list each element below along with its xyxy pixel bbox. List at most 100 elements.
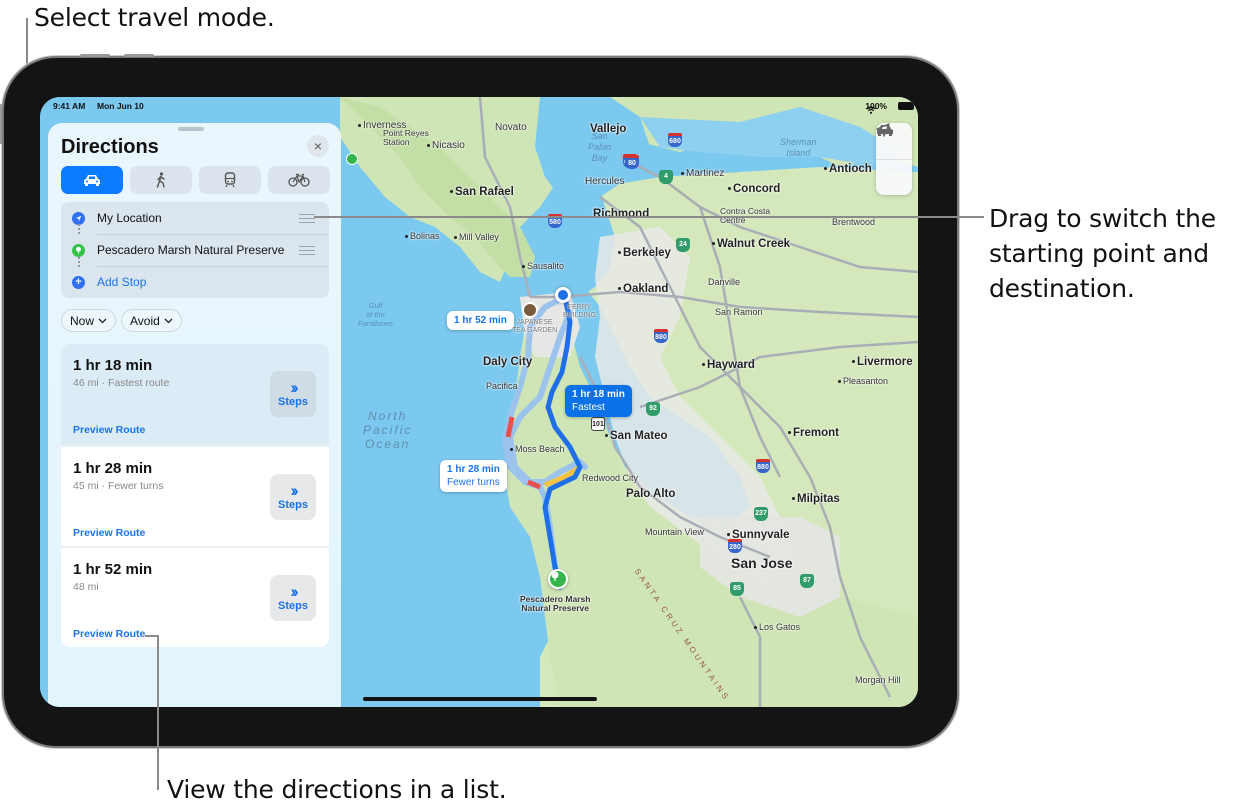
map-label-sausalito: Sausalito — [522, 261, 564, 271]
label-line: Natural Preserve — [521, 603, 589, 613]
depart-time-button[interactable]: Now — [61, 309, 117, 332]
steps-button[interactable]: ›› Steps — [270, 575, 316, 621]
map-label-north-pacific-ocean: North Pacific Ocean — [363, 409, 412, 451]
map-label-moss-beach: Moss Beach — [510, 444, 565, 454]
highway-shield-sr4: 4 — [659, 170, 673, 184]
pagoda-icon[interactable] — [522, 302, 538, 318]
label-line: Station — [383, 137, 410, 147]
route-bubble-1hr28[interactable]: 1 hr 28 min Fewer turns — [440, 460, 507, 492]
map-label-japanese-tea-garden: JAPANESE TEA GARDEN — [512, 319, 557, 335]
highway-shield-sr92: 92 — [646, 402, 660, 416]
stop-connector — [78, 224, 80, 234]
map-label-martinez: Martinez — [681, 168, 724, 179]
chevron-down-icon — [98, 318, 107, 323]
callout-select-travel-mode: Select travel mode. — [34, 3, 275, 32]
map-label-walnut-creek: Walnut Creek — [712, 238, 790, 250]
route-time: 1 hr 18 min — [73, 357, 153, 374]
park-icon[interactable] — [346, 153, 358, 165]
location-arrow-icon — [876, 123, 890, 137]
top-button — [0, 104, 2, 144]
map-label-pacifica: Pacifica — [486, 381, 518, 391]
route-bubble-1hr18[interactable]: 1 hr 18 min Fastest — [565, 385, 632, 417]
home-indicator[interactable] — [363, 697, 597, 701]
avoid-button[interactable]: Avoid — [121, 309, 182, 332]
map-label-redwood-city: Redwood City — [582, 473, 639, 483]
highway-shield-sr237: 237 — [754, 507, 768, 521]
bicycle-icon — [288, 173, 310, 187]
car-icon — [84, 175, 100, 186]
route-bubble-time: 1 hr 28 min — [447, 464, 500, 475]
highway-shield-sr87: 87 — [800, 574, 814, 588]
label-line: Bay — [591, 153, 608, 163]
steps-label: Steps — [278, 600, 308, 612]
stop-destination[interactable]: Pescadero Marsh Natural Preserve — [61, 234, 329, 266]
drag-handle-icon[interactable] — [299, 245, 315, 255]
travel-mode-drive[interactable] — [61, 166, 123, 194]
map-label-bolinas: Bolinas — [405, 231, 440, 241]
route-option-3[interactable]: 1 hr 52 min 48 mi Preview Route ›› Steps — [61, 546, 329, 647]
callout-leader-line — [157, 635, 159, 790]
double-chevron-right-icon: ›› — [290, 582, 299, 601]
route-option-2[interactable]: 1 hr 28 min 45 mi · Fewer turns Preview … — [61, 445, 329, 546]
map-label-novato: Novato — [495, 122, 527, 133]
route-list: 1 hr 18 min 46 mi · Fastest route Previe… — [61, 344, 329, 647]
map-label-morgan-hill: Morgan Hill — [855, 675, 901, 685]
route-time: 1 hr 52 min — [73, 561, 153, 578]
stop-label: Pescadero Marsh Natural Preserve — [97, 243, 285, 257]
route-detail: 46 mi · Fastest route — [73, 377, 170, 389]
map-label-richmond: Richmond — [593, 208, 650, 220]
travel-mode-cycle[interactable] — [268, 166, 330, 194]
route-time: 1 hr 28 min — [73, 460, 153, 477]
label-line: Gulf — [368, 301, 383, 310]
highway-shield-i680b: 680 — [668, 133, 682, 147]
label-line: Farallones — [358, 319, 394, 328]
label-line: of the — [366, 310, 385, 319]
train-icon — [224, 172, 236, 188]
map-label-palo-alto: Palo Alto — [626, 488, 676, 500]
label-line: Island — [786, 148, 811, 158]
preview-route-link[interactable]: Preview Route — [73, 424, 145, 436]
chip-label: Now — [70, 313, 95, 328]
drag-handle-icon[interactable] — [299, 213, 315, 223]
double-chevron-right-icon: ›› — [290, 481, 299, 500]
label-line: San — [591, 131, 608, 141]
map-label-antioch: Antioch — [824, 163, 872, 175]
callout-line-2: starting point and — [989, 239, 1209, 268]
map-label-concord: Concord — [728, 183, 780, 195]
map-label-san-mateo: San Mateo — [605, 430, 668, 442]
map-label-berkeley: Berkeley — [618, 247, 671, 259]
current-location-marker[interactable] — [555, 287, 571, 303]
status-date: Mon Jun 10 — [97, 101, 144, 111]
map-label-milpitas: Milpitas — [792, 493, 840, 505]
map-label-nicasio: Nicasio — [427, 140, 465, 151]
route-bubble-time: 1 hr 18 min — [572, 389, 625, 400]
map-label-brentwood: Brentwood — [832, 217, 876, 227]
map-label-hayward: Hayward — [702, 359, 755, 371]
destination-marker[interactable] — [548, 569, 568, 589]
label-line: FERRY — [567, 304, 592, 311]
map-label-point-reyes: Point Reyes Station — [383, 129, 429, 147]
locate-me-button[interactable] — [876, 123, 912, 195]
steps-button[interactable]: ›› Steps — [270, 371, 316, 417]
ipad-screen: Inverness Point Reyes Station Nicasio Nov… — [40, 97, 918, 707]
travel-mode-walk[interactable] — [130, 166, 192, 194]
map-label-fremont: Fremont — [788, 427, 839, 439]
preview-route-link[interactable]: Preview Route — [73, 628, 145, 640]
route-bubble-1hr52[interactable]: 1 hr 52 min — [447, 311, 514, 330]
route-detail: 48 mi — [73, 581, 99, 593]
add-stop-button[interactable]: + Add Stop — [61, 266, 329, 298]
stop-origin[interactable]: My Location — [61, 202, 329, 234]
preview-route-link[interactable]: Preview Route — [73, 527, 145, 539]
route-option-1[interactable]: 1 hr 18 min 46 mi · Fastest route Previe… — [61, 344, 329, 445]
status-time: 9:41 AM — [53, 101, 86, 111]
label-line: TEA GARDEN — [512, 327, 558, 334]
travel-mode-transit[interactable] — [199, 166, 261, 194]
label-line: BUILDING — [563, 312, 597, 319]
close-button[interactable]: × — [307, 135, 329, 157]
panel-grabber[interactable] — [178, 127, 204, 131]
highway-shield-i880a: 880 — [654, 329, 668, 343]
steps-button[interactable]: ›› Steps — [270, 474, 316, 520]
panel-title: Directions — [61, 136, 159, 158]
highway-shield-i280: 280 — [728, 539, 742, 553]
label-line: North — [368, 409, 408, 423]
